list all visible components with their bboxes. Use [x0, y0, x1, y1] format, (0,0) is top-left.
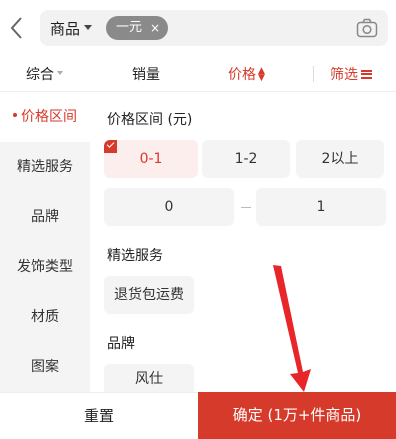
filter-menu-icon	[361, 69, 372, 79]
sort-tab-sales[interactable]: 销量	[132, 64, 160, 84]
sort-bar: 综合 销量 价格 ▲ ▼ 筛选	[0, 56, 396, 92]
caret-down-icon	[84, 25, 93, 30]
search-scope-dropdown[interactable]: 商品	[50, 18, 93, 39]
category-item-services[interactable]: 精选服务	[0, 142, 90, 192]
sort-tab-price-label: 价格	[228, 67, 256, 83]
brand-option-label: 风仕	[135, 371, 163, 387]
filter-label: 筛选	[330, 67, 358, 83]
category-item-price-range[interactable]: 价格区间	[0, 92, 90, 142]
sort-tab-comprehensive[interactable]: 综合	[26, 64, 63, 84]
sort-up-down-icon: ▲ ▼	[258, 66, 265, 83]
active-dot-icon	[13, 113, 17, 117]
checkmark-icon	[104, 140, 117, 153]
search-keyword-label: 一元	[116, 20, 143, 35]
filter-options-panel: 价格区间 (元) 0-1 1-2 2以上 0 1 精选服务 退货包运费 品牌 风…	[90, 92, 396, 392]
sort-tab-price[interactable]: 价格 ▲ ▼	[228, 64, 265, 84]
category-label: 发饰类型	[17, 259, 73, 275]
price-option-label: 2以上	[321, 151, 359, 167]
price-option-label: 1-2	[234, 151, 258, 167]
services-title: 精选服务	[107, 248, 163, 264]
price-range-title: 价格区间 (元)	[107, 112, 193, 128]
brand-option-fengshi[interactable]: 风仕	[104, 364, 194, 392]
price-option-label: 0-1	[139, 151, 163, 167]
category-item-material[interactable]: 材质	[0, 292, 90, 342]
category-label: 材质	[31, 309, 59, 325]
sort-tab-comprehensive-label: 综合	[26, 67, 54, 83]
confirm-button[interactable]: 确定 (1万+件商品)	[198, 392, 396, 439]
category-label: 图案	[31, 359, 59, 375]
category-label: 价格区间	[21, 109, 77, 125]
price-min-value: 0	[164, 199, 174, 215]
filter-category-sidebar: 价格区间 精选服务 品牌 发饰类型 材质 图案	[0, 92, 90, 392]
search-scope-label: 商品	[50, 20, 81, 38]
category-item-hair-accessory-type[interactable]: 发饰类型	[0, 242, 90, 292]
category-label: 精选服务	[17, 159, 73, 175]
camera-icon[interactable]	[356, 18, 378, 38]
bottom-action-bar: 重置 确定 (1万+件商品)	[0, 392, 396, 439]
search-keyword-chip[interactable]: 一元 ×	[106, 16, 169, 40]
category-label: 品牌	[31, 209, 59, 225]
price-option-2-plus[interactable]: 2以上	[296, 140, 384, 178]
price-option-1-2[interactable]: 1-2	[202, 140, 290, 178]
service-option-free-return-shipping[interactable]: 退货包运费	[104, 276, 194, 314]
caret-down-icon	[57, 71, 63, 75]
price-max-input[interactable]: 1	[256, 188, 386, 226]
filter-button[interactable]: 筛选	[330, 64, 372, 84]
search-box[interactable]: 商品 一元 ×	[40, 10, 388, 46]
sort-tab-sales-label: 销量	[132, 67, 160, 83]
brand-title: 品牌	[107, 336, 135, 352]
chip-close-icon[interactable]: ×	[150, 16, 160, 40]
price-min-input[interactable]: 0	[104, 188, 234, 226]
price-option-0-1[interactable]: 0-1	[104, 140, 198, 178]
price-max-value: 1	[316, 199, 326, 215]
back-chevron-left-icon[interactable]	[6, 14, 30, 42]
service-option-label: 退货包运费	[114, 287, 184, 303]
search-header: 商品 一元 ×	[0, 0, 396, 56]
divider	[313, 66, 314, 82]
category-item-pattern[interactable]: 图案	[0, 342, 90, 392]
range-dash	[241, 207, 251, 208]
reset-button[interactable]: 重置	[0, 392, 198, 439]
category-item-brand[interactable]: 品牌	[0, 192, 90, 242]
